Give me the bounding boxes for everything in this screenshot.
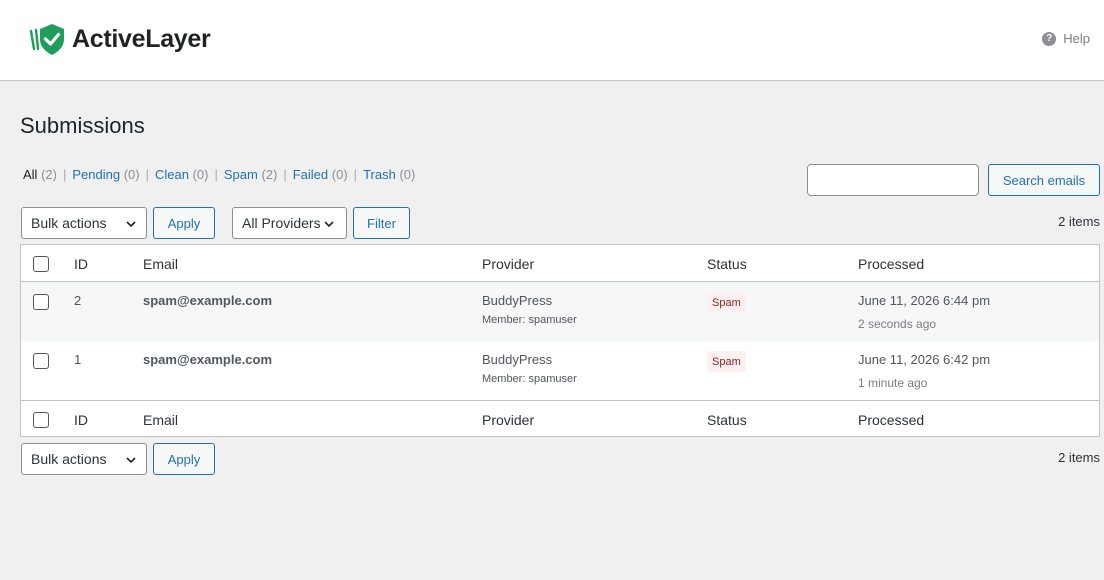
brand-logo[interactable]: ActiveLayer: [28, 22, 211, 56]
bulk-actions-select-top[interactable]: Bulk actions: [21, 207, 147, 239]
filter-button[interactable]: Filter: [353, 207, 410, 239]
row-processed-date: June 11, 2026 6:44 pm: [858, 293, 991, 308]
top-bar: ActiveLayer ? Help: [0, 0, 1104, 81]
items-count-top: 2 items: [1058, 214, 1100, 229]
submissions-table: ID Email Provider Status Processed 2 spa…: [20, 244, 1100, 437]
shield-check-icon: [29, 24, 64, 55]
filter-clean[interactable]: Clean (0): [155, 167, 208, 182]
column-status-footer[interactable]: Status: [707, 412, 747, 428]
row-email[interactable]: spam@example.com: [143, 293, 272, 308]
providers-label: All Providers: [242, 215, 321, 231]
column-email[interactable]: Email: [143, 256, 178, 272]
row-processed-ago: 2 seconds ago: [858, 317, 937, 331]
column-processed[interactable]: Processed: [858, 256, 924, 272]
row-checkbox[interactable]: [33, 294, 49, 310]
bulk-actions-label: Bulk actions: [31, 215, 107, 231]
search-emails-input[interactable]: [807, 164, 979, 196]
column-provider-footer[interactable]: Provider: [482, 412, 534, 428]
row-processed-date: June 11, 2026 6:42 pm: [858, 352, 991, 367]
row-processed-ago: 1 minute ago: [858, 376, 928, 390]
column-status[interactable]: Status: [707, 256, 747, 272]
column-processed-footer[interactable]: Processed: [858, 412, 924, 428]
bulk-actions-select-bottom[interactable]: Bulk actions: [21, 443, 147, 475]
apply-button-bottom[interactable]: Apply: [153, 443, 215, 475]
filter-all[interactable]: All (2): [23, 167, 57, 182]
filter-pending[interactable]: Pending (0): [72, 167, 139, 182]
row-id: 1: [74, 352, 82, 367]
apply-button-top[interactable]: Apply: [153, 207, 215, 239]
filter-trash[interactable]: Trash (0): [363, 167, 415, 182]
row-checkbox[interactable]: [33, 353, 49, 369]
table-footer: ID Email Provider Status Processed: [21, 400, 1099, 437]
brand-name: ActiveLayer: [72, 24, 211, 53]
row-email[interactable]: spam@example.com: [143, 352, 272, 367]
chevron-down-icon: [126, 221, 136, 228]
help-icon: ?: [1042, 31, 1057, 46]
column-id[interactable]: ID: [74, 256, 88, 272]
search-emails-button[interactable]: Search emails: [988, 164, 1100, 196]
select-all-checkbox-footer[interactable]: [33, 412, 49, 428]
row-provider: BuddyPress: [482, 293, 553, 308]
column-id-footer[interactable]: ID: [74, 412, 88, 428]
bulk-actions-label: Bulk actions: [31, 451, 107, 467]
status-badge: Spam: [707, 351, 746, 372]
column-provider[interactable]: Provider: [482, 256, 534, 272]
row-id: 2: [74, 293, 82, 308]
table-row: 1 spam@example.com BuddyPress Member: sp…: [21, 341, 1099, 400]
help-link[interactable]: ? Help: [1042, 31, 1090, 46]
filter-spam[interactable]: Spam (2): [224, 167, 277, 182]
help-label: Help: [1063, 31, 1090, 46]
chevron-down-icon: [126, 457, 136, 464]
page-title: Submissions: [20, 113, 145, 138]
status-badge: Spam: [707, 292, 746, 313]
row-provider: BuddyPress: [482, 352, 553, 367]
chevron-down-icon: [324, 221, 334, 228]
table-header: ID Email Provider Status Processed: [21, 245, 1099, 282]
filter-failed[interactable]: Failed (0): [293, 167, 348, 182]
column-email-footer[interactable]: Email: [143, 412, 178, 428]
providers-select[interactable]: All Providers: [232, 207, 347, 239]
row-member: Member: spamuser: [482, 314, 577, 326]
select-all-checkbox[interactable]: [33, 256, 49, 272]
status-filter-links: All (2) | Pending (0) | Clean (0) | Spam (2) | F…: [23, 167, 416, 182]
table-row: 2 spam@example.com BuddyPress Member: sp…: [21, 282, 1099, 341]
row-member: Member: spamuser: [482, 373, 577, 385]
items-count-bottom: 2 items: [1058, 450, 1100, 465]
